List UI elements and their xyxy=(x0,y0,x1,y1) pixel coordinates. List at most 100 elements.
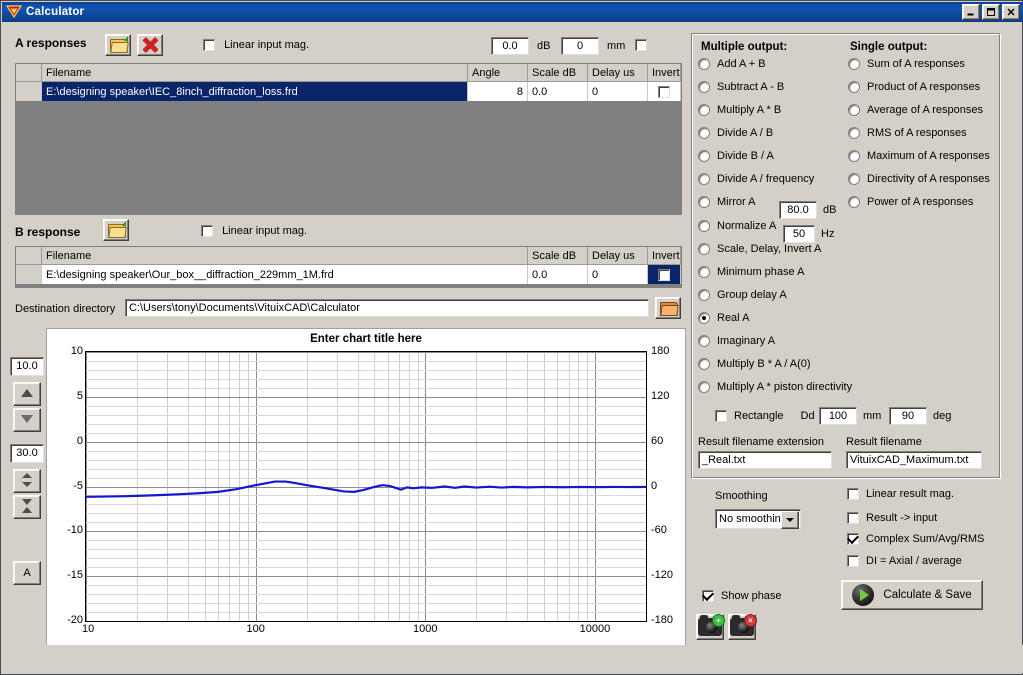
radio-button[interactable] xyxy=(698,289,710,301)
radio-button[interactable] xyxy=(698,196,710,208)
radio-single-1[interactable]: Product of A responses xyxy=(848,81,980,93)
radio-multiple-2[interactable]: Multiply A * B xyxy=(698,104,781,116)
table-row[interactable]: E:\designing speaker\IEC_8inch_diffracti… xyxy=(16,82,681,101)
radio-button[interactable] xyxy=(698,150,710,162)
b-row-filename[interactable]: E:\designing speaker\Our_box__diffractio… xyxy=(42,265,528,284)
radio-button[interactable] xyxy=(698,220,710,232)
b-open-file-button[interactable] xyxy=(103,219,129,241)
a-row-selector[interactable] xyxy=(16,82,42,101)
a-row-delay[interactable]: 0 xyxy=(588,82,648,101)
radio-single-0[interactable]: Sum of A responses xyxy=(848,58,965,70)
radio-button[interactable] xyxy=(848,173,860,185)
destination-directory-input[interactable]: C:\Users\tony\Documents\VituixCAD\Calcul… xyxy=(125,299,649,317)
a-row-filename[interactable]: E:\designing speaker\IEC_8inch_diffracti… xyxy=(42,82,468,101)
a-grid-col-invert[interactable]: Invert xyxy=(648,64,681,81)
calculate-and-save-button[interactable]: Calculate & Save xyxy=(841,580,983,610)
result-filename-input[interactable]: VituixCAD_Maximum.txt xyxy=(846,451,982,469)
radio-button[interactable] xyxy=(848,150,860,162)
radio-multiple-7[interactable]: Normalize A xyxy=(698,220,776,232)
radio-multiple-10[interactable]: Group delay A xyxy=(698,289,787,301)
b-grid-col-delay[interactable]: Delay us xyxy=(588,247,648,264)
a-grid-col-delay[interactable]: Delay us xyxy=(588,64,648,81)
result-check-3[interactable]: DI = Axial / average xyxy=(847,555,962,567)
chart-plot-area[interactable] xyxy=(85,351,647,622)
destination-browse-button[interactable] xyxy=(655,297,681,319)
checkbox-box[interactable] xyxy=(847,533,859,545)
radio-button[interactable] xyxy=(698,358,710,370)
radio-multiple-8[interactable]: Scale, Delay, Invert A xyxy=(698,243,821,255)
radio-multiple-14[interactable]: Multiply A * piston directivity xyxy=(698,381,852,393)
result-check-0[interactable]: Linear result mag. xyxy=(847,488,954,500)
radio-button[interactable] xyxy=(698,58,710,70)
radio-multiple-9[interactable]: Minimum phase A xyxy=(698,266,804,278)
a-row-invert-checkbox[interactable] xyxy=(658,85,670,98)
a-grid-col-scale[interactable]: Scale dB xyxy=(528,64,588,81)
chart-scroll-down-button[interactable] xyxy=(13,408,41,432)
deg-value-input[interactable]: 90 xyxy=(889,407,927,425)
close-button[interactable] xyxy=(1002,4,1020,20)
snapshot-remove-button[interactable]: × xyxy=(728,614,757,640)
radio-single-4[interactable]: Maximum of A responses xyxy=(848,150,990,162)
radio-multiple-5[interactable]: Divide A / frequency xyxy=(698,173,814,185)
chart-range-value-input[interactable]: 30.0 xyxy=(10,444,44,463)
chart-auto-scale-button[interactable]: A xyxy=(13,561,41,585)
radio-button[interactable] xyxy=(698,81,710,93)
radio-multiple-3[interactable]: Divide A / B xyxy=(698,127,773,139)
checkbox-box[interactable] xyxy=(847,512,859,524)
radio-multiple-13[interactable]: Multiply B * A / A(0) xyxy=(698,358,811,370)
a-clear-button[interactable] xyxy=(137,34,163,56)
radio-button[interactable] xyxy=(698,312,710,324)
radio-single-3[interactable]: RMS of A responses xyxy=(848,127,967,139)
checkbox-box[interactable] xyxy=(847,555,859,567)
result-extension-input[interactable]: _Real.txt xyxy=(698,451,832,469)
b-row-scale[interactable]: 0.0 xyxy=(528,265,588,284)
smoothing-select[interactable]: No smoothing xyxy=(715,509,801,529)
radio-button[interactable] xyxy=(698,127,710,139)
radio-button[interactable] xyxy=(698,335,710,347)
table-row[interactable]: E:\designing speaker\Our_box__diffractio… xyxy=(16,265,681,284)
b-row-selector[interactable] xyxy=(16,265,42,284)
a-linear-input-mag-checkbox[interactable]: Linear input mag. xyxy=(203,39,309,52)
radio-button[interactable] xyxy=(848,104,860,116)
radio-button[interactable] xyxy=(698,266,710,278)
b-row-delay[interactable]: 0 xyxy=(588,265,648,284)
b-response-grid[interactable]: Filename Scale dB Delay us Invert E:\des… xyxy=(15,246,682,288)
a-grid-col-angle[interactable]: Angle xyxy=(468,64,528,81)
radio-button[interactable] xyxy=(698,104,710,116)
radio-multiple-12[interactable]: Imaginary A xyxy=(698,335,775,347)
radio-multiple-11[interactable]: Real A xyxy=(698,312,749,324)
radio-button[interactable] xyxy=(698,381,710,393)
a-row-scale[interactable]: 0.0 xyxy=(528,82,588,101)
b-grid-col-filename[interactable]: Filename xyxy=(42,247,528,264)
a-row-invert-cell[interactable] xyxy=(648,82,681,101)
chart-range-expand-button[interactable] xyxy=(13,469,41,493)
radio-single-5[interactable]: Directivity of A responses xyxy=(848,173,990,185)
show-phase-checkbox[interactable] xyxy=(702,590,714,602)
chart-range-collapse-button[interactable] xyxy=(13,495,41,519)
chevron-down-icon[interactable] xyxy=(781,511,799,529)
radio-multiple-4[interactable]: Divide B / A xyxy=(698,150,774,162)
dd-value-input[interactable]: 100 xyxy=(819,407,857,425)
b-linear-input-mag-checkbox[interactable]: Linear input mag. xyxy=(201,225,307,238)
radio-multiple-0[interactable]: Add A + B xyxy=(698,58,766,70)
a-row-angle[interactable]: 8 xyxy=(468,82,528,101)
radio-single-6[interactable]: Power of A responses xyxy=(848,196,973,208)
radio-button[interactable] xyxy=(848,58,860,70)
mirror-a-value-input[interactable]: 80.0 xyxy=(779,201,817,219)
minimize-button[interactable] xyxy=(962,4,980,20)
radio-button[interactable] xyxy=(698,243,710,255)
b-row-invert-checkbox[interactable] xyxy=(658,268,670,281)
rectangle-checkbox[interactable] xyxy=(715,410,727,422)
normalize-a-value-input[interactable]: 50 xyxy=(783,225,815,243)
result-check-2[interactable]: Complex Sum/Avg/RMS xyxy=(847,533,984,545)
result-check-1[interactable]: Result -> input xyxy=(847,512,937,524)
radio-single-2[interactable]: Average of A responses xyxy=(848,104,983,116)
a-responses-grid[interactable]: Filename Angle Scale dB Delay us Invert … xyxy=(15,63,682,215)
radio-button[interactable] xyxy=(848,196,860,208)
radio-button[interactable] xyxy=(848,81,860,93)
a-grid-col-filename[interactable]: Filename xyxy=(42,64,468,81)
b-grid-col-invert[interactable]: Invert xyxy=(648,247,681,264)
a-offset-enable-checkbox[interactable] xyxy=(635,39,647,51)
a-offset-mm-input[interactable]: 0 xyxy=(561,37,599,55)
chart-top-value-input[interactable]: 10.0 xyxy=(10,357,44,376)
